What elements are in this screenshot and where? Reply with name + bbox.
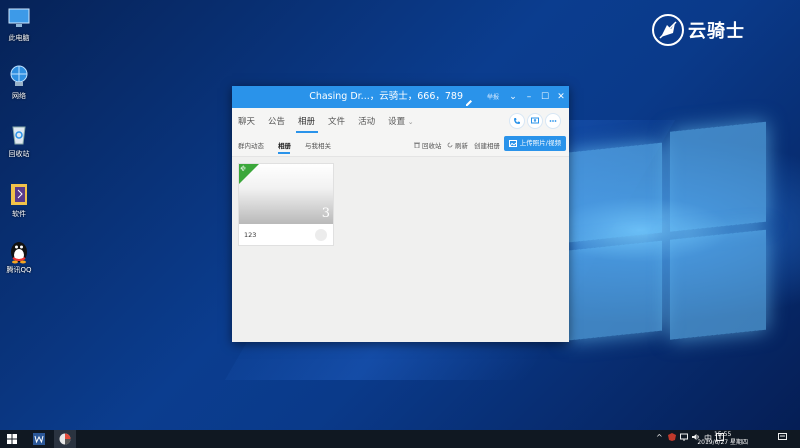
desktop-icon-label: 网络 (12, 92, 26, 100)
tab-files[interactable]: 文件 (328, 115, 345, 127)
tab-activity[interactable]: 活动 (358, 115, 375, 127)
desktop-icon-recycle-bin[interactable]: 回收站 (4, 122, 34, 159)
desktop-icon-software[interactable]: 软件 (4, 182, 34, 219)
qq-penguin-icon (7, 238, 31, 264)
clock-time: 15:55 (714, 431, 732, 438)
window-menu-button[interactable]: ⌄ (505, 86, 521, 108)
maximize-button[interactable]: ☐ (537, 86, 553, 108)
close-button[interactable]: ✕ (553, 86, 569, 108)
tray-expand-icon[interactable]: ^ (656, 433, 663, 442)
album-grid: 群 3 123 (232, 157, 569, 343)
recycle-bin-icon (7, 122, 31, 146)
album-photo-count: 3 (321, 206, 330, 221)
computer-icon (7, 6, 31, 30)
notification-center-icon[interactable] (778, 433, 787, 443)
album-options-icon[interactable] (315, 229, 327, 241)
desktop-icon-label: 回收站 (8, 150, 30, 158)
word-icon (33, 433, 45, 445)
chevron-down-icon: ⌄ (407, 118, 414, 126)
tab-announcement[interactable]: 公告 (268, 115, 285, 127)
desktop: 此电脑 网络 回收站 软件 腾讯QQ 云骑士 Chasing Dr...，云骑士 (0, 0, 800, 430)
refresh-icon (447, 142, 453, 148)
network-tray-icon[interactable] (680, 433, 688, 443)
active-subtab-indicator (278, 152, 290, 154)
create-album-link[interactable]: 创建相册 (474, 140, 500, 150)
refresh-label: 刷新 (455, 142, 468, 150)
desktop-icon-label: 软件 (12, 210, 26, 218)
subtab-group-feed[interactable]: 群内动态 (238, 140, 264, 150)
group-tabs: 聊天 公告 相册 文件 活动 设置 ⌄ (232, 108, 569, 134)
desktop-icon-network[interactable]: 网络 (4, 64, 34, 101)
desktop-icon-label: 腾讯QQ (6, 266, 32, 274)
taskbar: ^ 中 15:55 2019/6/27 星期四 (0, 430, 800, 448)
active-tab-indicator (296, 131, 318, 133)
window-titlebar[interactable]: Chasing Dr...，云骑士，666，789 举报 ⌄ – ☐ ✕ (232, 86, 569, 108)
windows-start-icon (7, 434, 17, 444)
image-icon (508, 140, 517, 147)
desktop-icon-qq[interactable]: 腾讯QQ (4, 238, 34, 275)
album-name: 123 (244, 231, 257, 239)
report-link[interactable]: 举报 (487, 92, 499, 101)
recycle-bin-link[interactable]: 回收站 (414, 140, 442, 150)
tab-album[interactable]: 相册 (298, 115, 315, 127)
desktop-icon-label: 此电脑 (8, 34, 30, 42)
subtab-related-to-me[interactable]: 与我相关 (305, 140, 331, 150)
minimize-button[interactable]: – (521, 86, 537, 108)
window-title: Chasing Dr...，云骑士，666，789 (309, 91, 463, 102)
windows-logo-wallpaper (568, 121, 768, 352)
taskbar-app-active[interactable] (54, 430, 76, 448)
album-subtabs: 群内动态 相册 与我相关 回收站 刷新 创建相册 上传照片/视频 (232, 134, 569, 157)
recycle-label: 回收站 (422, 142, 442, 150)
more-icon[interactable] (545, 113, 561, 129)
subtab-albums[interactable]: 相册 (278, 140, 291, 150)
qq-group-window: Chasing Dr...，云骑士，666，789 举报 ⌄ – ☐ ✕ 聊天 … (232, 86, 569, 342)
antivirus-tray-icon[interactable] (668, 433, 676, 443)
clock-date: 2019/6/27 星期四 (697, 439, 748, 446)
create-album-label: 创建相册 (474, 142, 500, 150)
knight-logo-icon (652, 14, 684, 46)
upload-label: 上传照片/视频 (519, 139, 561, 147)
album-card[interactable]: 群 3 123 (238, 163, 334, 246)
tab-settings-label: 设置 (388, 117, 406, 127)
refresh-link[interactable]: 刷新 (447, 140, 468, 150)
taskbar-word[interactable] (30, 430, 48, 448)
tab-settings[interactable]: 设置 ⌄ (388, 115, 414, 127)
brand-text: 云骑士 (688, 21, 745, 42)
trash-icon (414, 142, 420, 148)
phone-call-icon[interactable] (509, 113, 525, 129)
folder-icon (7, 182, 31, 206)
network-icon (7, 64, 31, 88)
desktop-icon-this-pc[interactable]: 此电脑 (4, 6, 34, 43)
upload-button[interactable]: 上传照片/视频 (503, 136, 566, 151)
tab-chat[interactable]: 聊天 (238, 115, 255, 127)
share-screen-icon[interactable] (527, 113, 543, 129)
edit-icon[interactable] (465, 92, 473, 106)
yunqishi-brand: 云骑士 (652, 12, 745, 48)
start-button[interactable] (4, 430, 20, 448)
system-clock[interactable]: 15:55 2019/6/27 星期四 (697, 431, 748, 447)
app-icon (59, 433, 71, 445)
